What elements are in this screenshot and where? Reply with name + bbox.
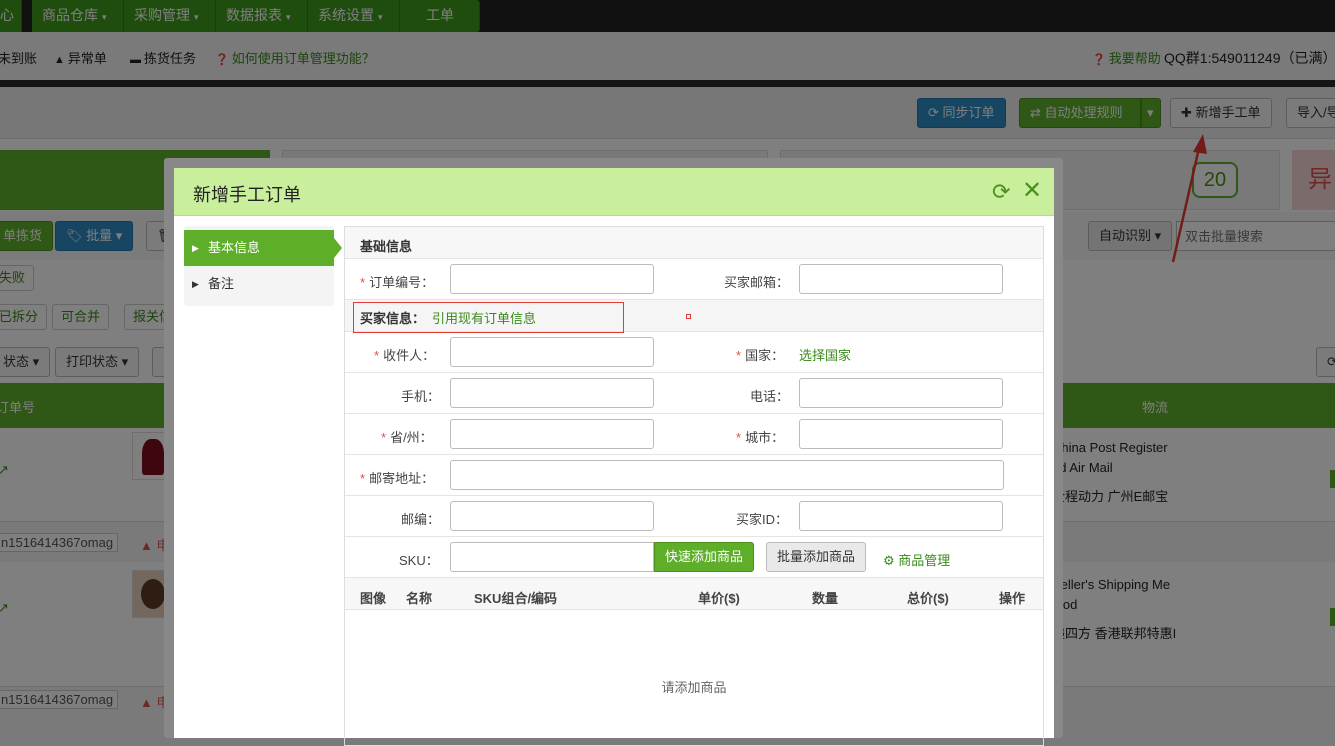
form-row: 手机： 电话：: [345, 373, 1043, 414]
product-management-link[interactable]: ⚙ 商品管理: [883, 550, 950, 569]
label-text: 收件人：: [383, 348, 436, 363]
label-text: 国家：: [745, 348, 785, 363]
batch-add-product-button[interactable]: 批量添加商品: [766, 542, 867, 572]
section-title: 基础信息: [360, 239, 413, 254]
mobile-input[interactable]: [450, 378, 654, 408]
province-input[interactable]: [450, 419, 654, 449]
order-no-input[interactable]: [450, 264, 654, 294]
column-quantity: 数量: [812, 591, 839, 606]
required-mark: *: [736, 430, 742, 445]
required-mark: *: [736, 348, 742, 363]
city-input[interactable]: [799, 419, 1003, 449]
marker: [686, 314, 691, 319]
dialog-body: 新增手工订单 ⟳ ✕ ▶ 基本信息 ▶ 备注 基础信息 * 订单编号： 买家邮箱： 买…: [174, 168, 1054, 746]
close-icon[interactable]: ✕: [1022, 179, 1042, 203]
use-existing-order-link[interactable]: 引用现有订单信息: [432, 308, 536, 327]
required-mark: *: [374, 348, 380, 363]
dialog-side-nav: ▶ 基本信息 ▶ 备注: [184, 226, 342, 306]
active-pointer: [334, 238, 342, 258]
nav-basic-info-label: 基本信息: [208, 240, 261, 255]
dialog-title: 新增手工订单: [193, 185, 301, 205]
order-no-label: * 订单编号：: [360, 272, 434, 291]
nav-remarks[interactable]: ▶ 备注: [184, 266, 334, 302]
form-row: * 收件人： * 国家： 选择国家: [345, 332, 1043, 373]
quick-add-product-button[interactable]: 快速添加商品: [654, 542, 755, 572]
phone-label: 电话：: [750, 389, 790, 404]
required-mark: *: [360, 275, 366, 290]
recipient-label: * 收件人：: [374, 345, 435, 364]
section-header: 基础信息: [345, 227, 1043, 259]
sku-input[interactable]: [450, 542, 654, 572]
gear-icon: ⚙: [883, 553, 895, 568]
quick-add-label: 快速添加商品: [665, 549, 744, 564]
recipient-input[interactable]: [450, 337, 654, 367]
city-label: * 城市：: [736, 427, 784, 446]
form-row: * 邮寄地址：: [345, 455, 1043, 496]
country-label: * 国家：: [736, 345, 784, 364]
label-text: 省/州：: [390, 430, 433, 445]
batch-add-label: 批量添加商品: [777, 549, 856, 564]
form-row: SKU： 快速添加商品 批量添加商品 ⚙ 商品管理: [345, 537, 1043, 578]
form-row: 邮编： 买家ID：: [345, 496, 1043, 537]
nav-basic-info[interactable]: ▶ 基本信息: [184, 230, 334, 266]
label-text: 邮寄地址：: [369, 471, 435, 486]
new-manual-order-dialog: 新增手工订单 ⟳ ✕ ▶ 基本信息 ▶ 备注 基础信息 * 订单编号： 买家邮箱： 买…: [164, 158, 1063, 746]
column-unit-price: 单价($): [698, 591, 740, 606]
buyer-email-input[interactable]: [799, 264, 1003, 294]
buyer-id-label: 买家ID：: [736, 512, 789, 527]
form-row: 买家信息： 引用现有订单信息: [345, 300, 1043, 333]
order-form: 基础信息 * 订单编号： 买家邮箱： 买家信息： 引用现有订单信息 * 收件人： *…: [344, 226, 1044, 746]
required-mark: *: [360, 471, 366, 486]
empty-products-text: 请添加商品: [661, 680, 727, 695]
buyer-email-label: 买家邮箱：: [724, 275, 790, 290]
column-sku: SKU组合/编码: [474, 591, 558, 606]
product-mgmt-label: 商品管理: [898, 553, 951, 568]
label-text: 订单编号：: [369, 275, 435, 290]
required-mark: *: [381, 430, 387, 445]
refresh-icon[interactable]: ⟳: [992, 180, 1010, 204]
buyer-id-input[interactable]: [799, 501, 1003, 531]
nav-remarks-label: 备注: [208, 276, 235, 291]
form-row: * 订单编号： 买家邮箱：: [345, 259, 1043, 300]
column-image: 图像: [360, 591, 387, 606]
label-text: 城市：: [745, 430, 785, 445]
column-name: 名称: [406, 591, 433, 606]
products-table-header: 图像 名称 SKU组合/编码 单价($) 数量 总价($) 操作: [345, 578, 1043, 610]
caret-right-icon: ▶: [192, 243, 199, 253]
phone-input[interactable]: [799, 378, 1003, 408]
column-actions: 操作: [999, 591, 1026, 606]
caret-right-icon: ▶: [192, 279, 199, 289]
address-label: * 邮寄地址：: [360, 468, 434, 487]
buyer-info-label: 买家信息：: [360, 311, 426, 326]
column-total: 总价($): [907, 591, 949, 606]
zip-label: 邮编：: [401, 512, 441, 527]
form-row: * 省/州： * 城市：: [345, 414, 1043, 455]
select-country-link[interactable]: 选择国家: [799, 345, 851, 364]
dialog-header: 新增手工订单 ⟳ ✕: [174, 168, 1054, 216]
zip-input[interactable]: [450, 501, 654, 531]
province-label: * 省/州：: [381, 427, 433, 446]
mobile-label: 手机：: [401, 389, 441, 404]
sku-label: SKU：: [399, 553, 439, 568]
address-input[interactable]: [450, 460, 1004, 490]
